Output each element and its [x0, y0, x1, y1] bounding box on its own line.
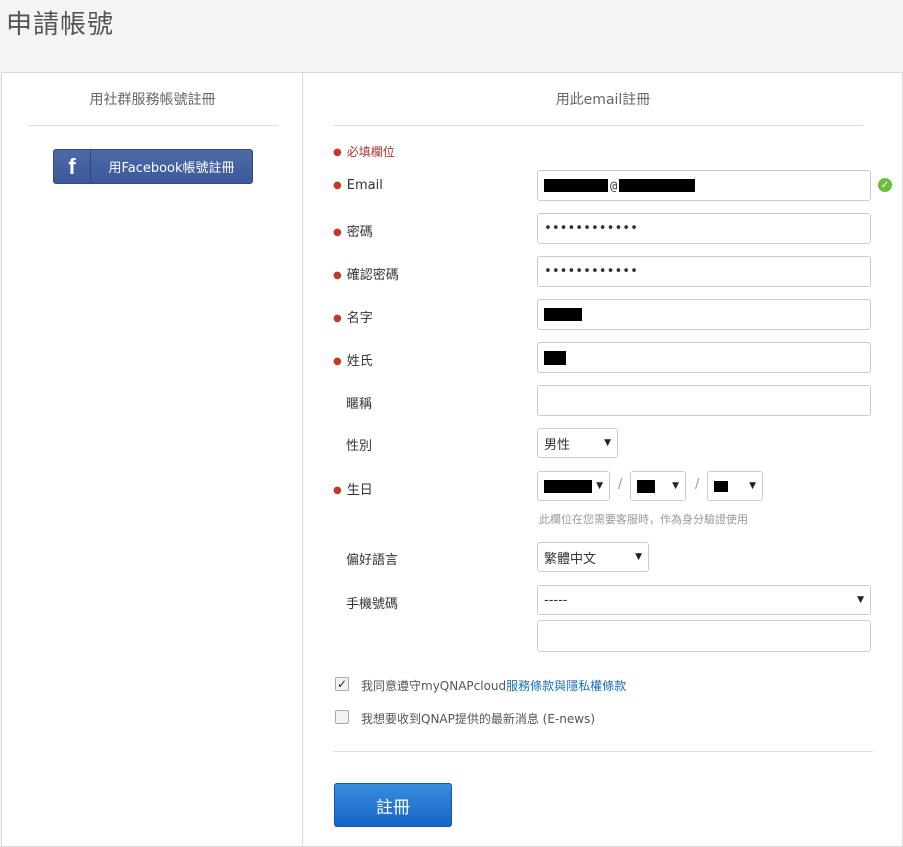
redacted-text — [544, 179, 608, 192]
nickname-label: 暱稱 — [346, 397, 373, 412]
divider — [333, 125, 863, 126]
language-select-value: 繁體中文 — [544, 551, 597, 567]
redacted-text — [544, 479, 592, 493]
birthday-hint: 此欄位在您需要客服時，作為身分驗證使用 — [539, 513, 748, 526]
last-name-field[interactable] — [537, 342, 871, 373]
required-dot-icon: ● — [333, 485, 342, 496]
chevron-down-icon: ▼ — [635, 552, 642, 562]
social-signup-heading: 用社群服務帳號註冊 — [89, 92, 216, 108]
language-select[interactable]: 繁體中文 ▼ — [537, 542, 649, 572]
chevron-down-icon: ▼ — [604, 438, 611, 448]
required-dot-icon: ● — [333, 227, 342, 238]
email-signup-heading: 用此email註冊 — [555, 92, 651, 108]
email-field[interactable]: @ — [537, 170, 871, 201]
facebook-icon: f — [54, 150, 91, 183]
terms-of-service-link[interactable]: 服務條款 — [506, 679, 554, 693]
required-dot-icon: ● — [333, 313, 342, 324]
email-label: ● Email — [333, 178, 383, 193]
email-signup-panel: 用此email註冊 ● 必填欄位 ● Email @ ● 密碼 •••••••••••… — [303, 73, 903, 846]
redacted-text — [544, 350, 566, 365]
date-separator: / — [695, 477, 700, 492]
required-dot-icon: ● — [333, 180, 342, 191]
terms-agreement-text: 我同意遵守myQNAPcloud服務條款與隱私權條款 — [361, 679, 627, 693]
mobile-country-value: ----- — [544, 592, 568, 608]
page-title: 申請帳號 — [6, 10, 115, 40]
gender-select-value: 男性 — [544, 437, 571, 453]
mobile-number-field[interactable] — [537, 620, 871, 652]
terms-and-text: 與 — [554, 679, 567, 693]
date-separator: / — [618, 477, 623, 492]
password-label: ● 密碼 — [333, 225, 373, 240]
mobile-country-select[interactable]: ----- ▼ — [537, 585, 871, 615]
required-note: ● 必填欄位 — [333, 143, 395, 160]
required-dot-icon: ● — [333, 147, 342, 158]
facebook-signup-button[interactable]: f 用Facebook帳號註冊 — [53, 149, 253, 184]
chevron-down-icon: ▼ — [857, 595, 864, 605]
divider — [28, 125, 278, 126]
confirm-password-field[interactable]: •••••••••••• — [537, 256, 871, 287]
valid-check-icon: ✓ — [878, 178, 892, 192]
redacted-text — [637, 479, 655, 493]
confirm-password-label: ● 確認密碼 — [333, 268, 399, 283]
birth-month-select[interactable]: ▼ — [630, 471, 686, 501]
enews-label: 我想要收到QNAP提供的最新消息 (E-news) — [361, 712, 596, 726]
social-signup-panel: 用社群服務帳號註冊 f 用Facebook帳號註冊 — [2, 73, 303, 846]
birthday-label: ● 生日 — [333, 483, 373, 498]
redacted-text — [544, 308, 582, 321]
divider — [333, 751, 873, 752]
chevron-down-icon: ▼ — [672, 481, 679, 491]
terms-checkbox[interactable]: ✓ — [335, 677, 349, 691]
facebook-signup-label: 用Facebook帳號註冊 — [108, 161, 235, 176]
chevron-down-icon: ▼ — [749, 481, 756, 491]
redacted-text — [714, 480, 728, 492]
confirm-password-field-value: •••••••••••• — [544, 264, 638, 279]
redacted-text — [619, 179, 696, 192]
nickname-field[interactable] — [537, 385, 871, 416]
email-field-value: @ — [610, 178, 618, 193]
enews-checkbox[interactable] — [335, 710, 349, 724]
mobile-label: 手機號碼 — [346, 597, 399, 612]
required-dot-icon: ● — [333, 270, 342, 281]
birth-day-select[interactable]: ▼ — [707, 471, 763, 501]
last-name-label: ● 姓氏 — [333, 354, 373, 369]
register-button[interactable]: 註冊 — [334, 783, 452, 827]
chevron-down-icon: ▼ — [596, 481, 603, 491]
language-label: 偏好語言 — [346, 553, 399, 568]
registration-card: 用社群服務帳號註冊 f 用Facebook帳號註冊 用此email註冊 ● 必填欄… — [1, 72, 903, 847]
password-field[interactable]: •••••••••••• — [537, 213, 871, 244]
password-field-value: •••••••••••• — [544, 221, 638, 236]
birth-year-select[interactable]: ▼ — [537, 471, 610, 501]
required-note-text: 必填欄位 — [346, 145, 395, 159]
first-name-field[interactable] — [537, 299, 871, 330]
gender-select[interactable]: 男性 ▼ — [537, 428, 618, 458]
required-dot-icon: ● — [333, 356, 342, 367]
checkmark-icon: ✓ — [336, 677, 348, 691]
first-name-label: ● 名字 — [333, 311, 373, 326]
privacy-policy-link[interactable]: 隱私權條款 — [566, 679, 626, 693]
gender-label: 性別 — [346, 439, 373, 454]
